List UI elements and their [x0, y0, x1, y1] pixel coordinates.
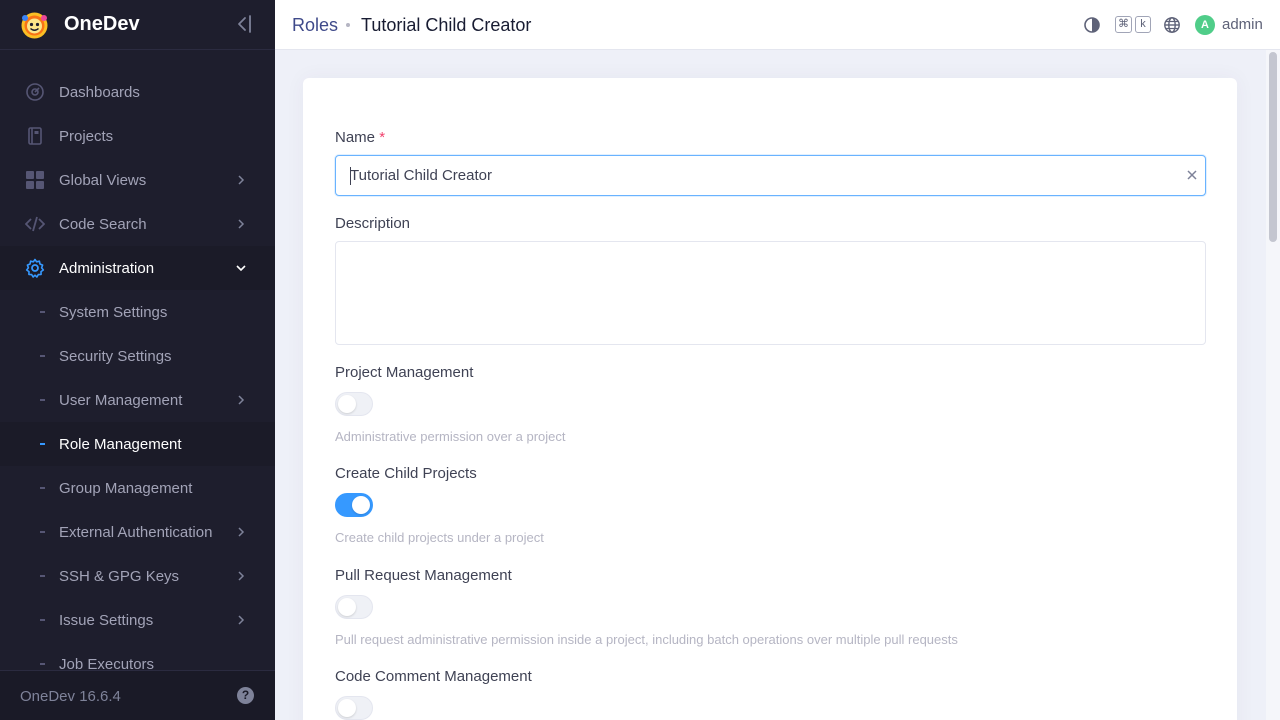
code-icon	[25, 216, 45, 232]
breadcrumb-separator	[346, 23, 350, 27]
bullet-dash	[40, 575, 45, 577]
top-header: Roles Tutorial Child Creator ⌘ k A admin	[275, 0, 1280, 50]
sidebar-item-label: Dashboards	[59, 83, 140, 101]
toggle-knob	[338, 699, 356, 717]
bullet-dash	[40, 531, 45, 533]
sidebar-item-label: Global Views	[59, 171, 147, 189]
required-marker: *	[379, 129, 386, 146]
sidebar-item-label: Security Settings	[59, 347, 172, 365]
app-version: OneDev 16.6.4	[20, 688, 121, 705]
name-label-text: Name	[335, 129, 376, 146]
chevron-right-icon	[238, 571, 245, 581]
gear-icon	[25, 258, 45, 278]
theme-toggle-icon[interactable]	[1083, 16, 1101, 34]
sidebar-item-user-management[interactable]: User Management	[0, 378, 275, 422]
sidebar-item-system-settings[interactable]: System Settings	[0, 290, 275, 334]
sidebar-item-ssh-gpg-keys[interactable]: SSH & GPG Keys	[0, 554, 275, 598]
sidebar-item-role-management[interactable]: Role Management	[0, 422, 275, 466]
sidebar-item-label: Code Search	[59, 215, 147, 233]
command-palette-shortcut[interactable]: ⌘ k	[1115, 16, 1151, 34]
chevron-right-icon	[238, 175, 245, 185]
toggle-knob	[338, 598, 356, 616]
toggle-knob	[352, 496, 370, 514]
code-comment-management-label: Code Comment Management	[335, 668, 532, 685]
clear-icon[interactable]	[1186, 169, 1198, 181]
sidebar-nav: Dashboards Projects Global Views Code Se…	[0, 70, 275, 670]
help-icon[interactable]: ?	[237, 687, 254, 704]
sidebar-item-projects[interactable]: Projects	[0, 114, 275, 158]
username[interactable]: admin	[1222, 16, 1263, 33]
sidebar-item-administration[interactable]: Administration	[0, 246, 275, 290]
bullet-dash	[40, 663, 45, 665]
sidebar-item-label: User Management	[59, 391, 183, 409]
sidebar-item-label: Role Management	[59, 435, 182, 453]
sidebar-item-code-search[interactable]: Code Search	[0, 202, 275, 246]
main-scrollbar[interactable]	[1266, 50, 1280, 720]
sidebar-item-external-authentication[interactable]: External Authentication	[0, 510, 275, 554]
chevron-right-icon	[238, 219, 245, 229]
bullet-dash	[40, 399, 45, 401]
sidebar-item-label: Issue Settings	[59, 611, 154, 629]
role-form-card: Name * Tutorial Child Creator Descriptio…	[303, 78, 1237, 720]
bullet-dash	[40, 487, 45, 489]
description-label: Description	[335, 215, 411, 232]
sidebar-item-group-management[interactable]: Group Management	[0, 466, 275, 510]
name-label: Name *	[335, 129, 385, 146]
sidebar: OneDev Dashboards Projects Global Views …	[0, 0, 275, 720]
sidebar-item-label: External Authentication	[59, 523, 213, 541]
sidebar-footer: OneDev 16.6.4 ?	[0, 670, 275, 720]
brand-bar: OneDev	[0, 0, 275, 50]
sidebar-item-label: Projects	[59, 127, 114, 145]
grid-icon	[26, 171, 44, 189]
sidebar-item-dashboards[interactable]: Dashboards	[0, 70, 275, 114]
sidebar-item-issue-settings[interactable]: Issue Settings	[0, 598, 275, 642]
chevron-down-icon	[236, 265, 246, 272]
name-field[interactable]: Tutorial Child Creator	[335, 155, 1206, 196]
create-child-projects-label: Create Child Projects	[335, 465, 477, 482]
sidebar-item-job-executors[interactable]: Job Executors	[0, 642, 275, 670]
sidebar-item-label: Job Executors	[59, 655, 155, 671]
sidebar-item-security-settings[interactable]: Security Settings	[0, 334, 275, 378]
avatar[interactable]: A	[1195, 15, 1215, 35]
dashboard-icon	[26, 83, 44, 101]
collapse-sidebar-icon[interactable]	[233, 13, 255, 35]
sidebar-item-label: System Settings	[59, 303, 168, 321]
projects-icon	[28, 127, 42, 145]
globe-icon[interactable]	[1163, 16, 1181, 34]
bullet-dash	[40, 311, 45, 313]
create-child-projects-toggle[interactable]	[335, 493, 373, 517]
sidebar-item-label: Administration	[59, 259, 155, 277]
project-management-label: Project Management	[335, 364, 474, 381]
project-management-toggle[interactable]	[335, 392, 373, 416]
pull-request-management-toggle[interactable]	[335, 595, 373, 619]
scrollbar-thumb[interactable]	[1269, 52, 1277, 242]
breadcrumb-roles-link[interactable]: Roles	[292, 15, 338, 36]
chevron-right-icon	[238, 615, 245, 625]
code-comment-management-toggle[interactable]	[335, 696, 373, 720]
sidebar-item-label: Group Management	[59, 479, 193, 497]
app-name: OneDev	[64, 13, 140, 35]
text-caret	[350, 167, 351, 185]
page-title: Tutorial Child Creator	[361, 15, 532, 35]
description-field[interactable]	[335, 241, 1206, 345]
onedev-logo-icon[interactable]	[20, 11, 49, 40]
pull-request-management-help: Pull request administrative permission i…	[335, 632, 958, 647]
toggle-knob	[338, 395, 356, 413]
bullet-dash	[40, 355, 45, 357]
name-field-value: Tutorial Child Creator	[350, 167, 492, 184]
chevron-right-icon	[238, 527, 245, 537]
kbd-k-key: k	[1135, 16, 1151, 33]
kbd-cmd-key: ⌘	[1115, 16, 1132, 33]
bullet-dash	[40, 443, 45, 445]
sidebar-item-global-views[interactable]: Global Views	[0, 158, 275, 202]
project-management-help: Administrative permission over a project	[335, 429, 566, 444]
sidebar-item-label: SSH & GPG Keys	[59, 567, 180, 585]
pull-request-management-label: Pull Request Management	[335, 567, 512, 584]
chevron-right-icon	[238, 395, 245, 405]
create-child-projects-help: Create child projects under a project	[335, 530, 544, 545]
bullet-dash	[40, 619, 45, 621]
